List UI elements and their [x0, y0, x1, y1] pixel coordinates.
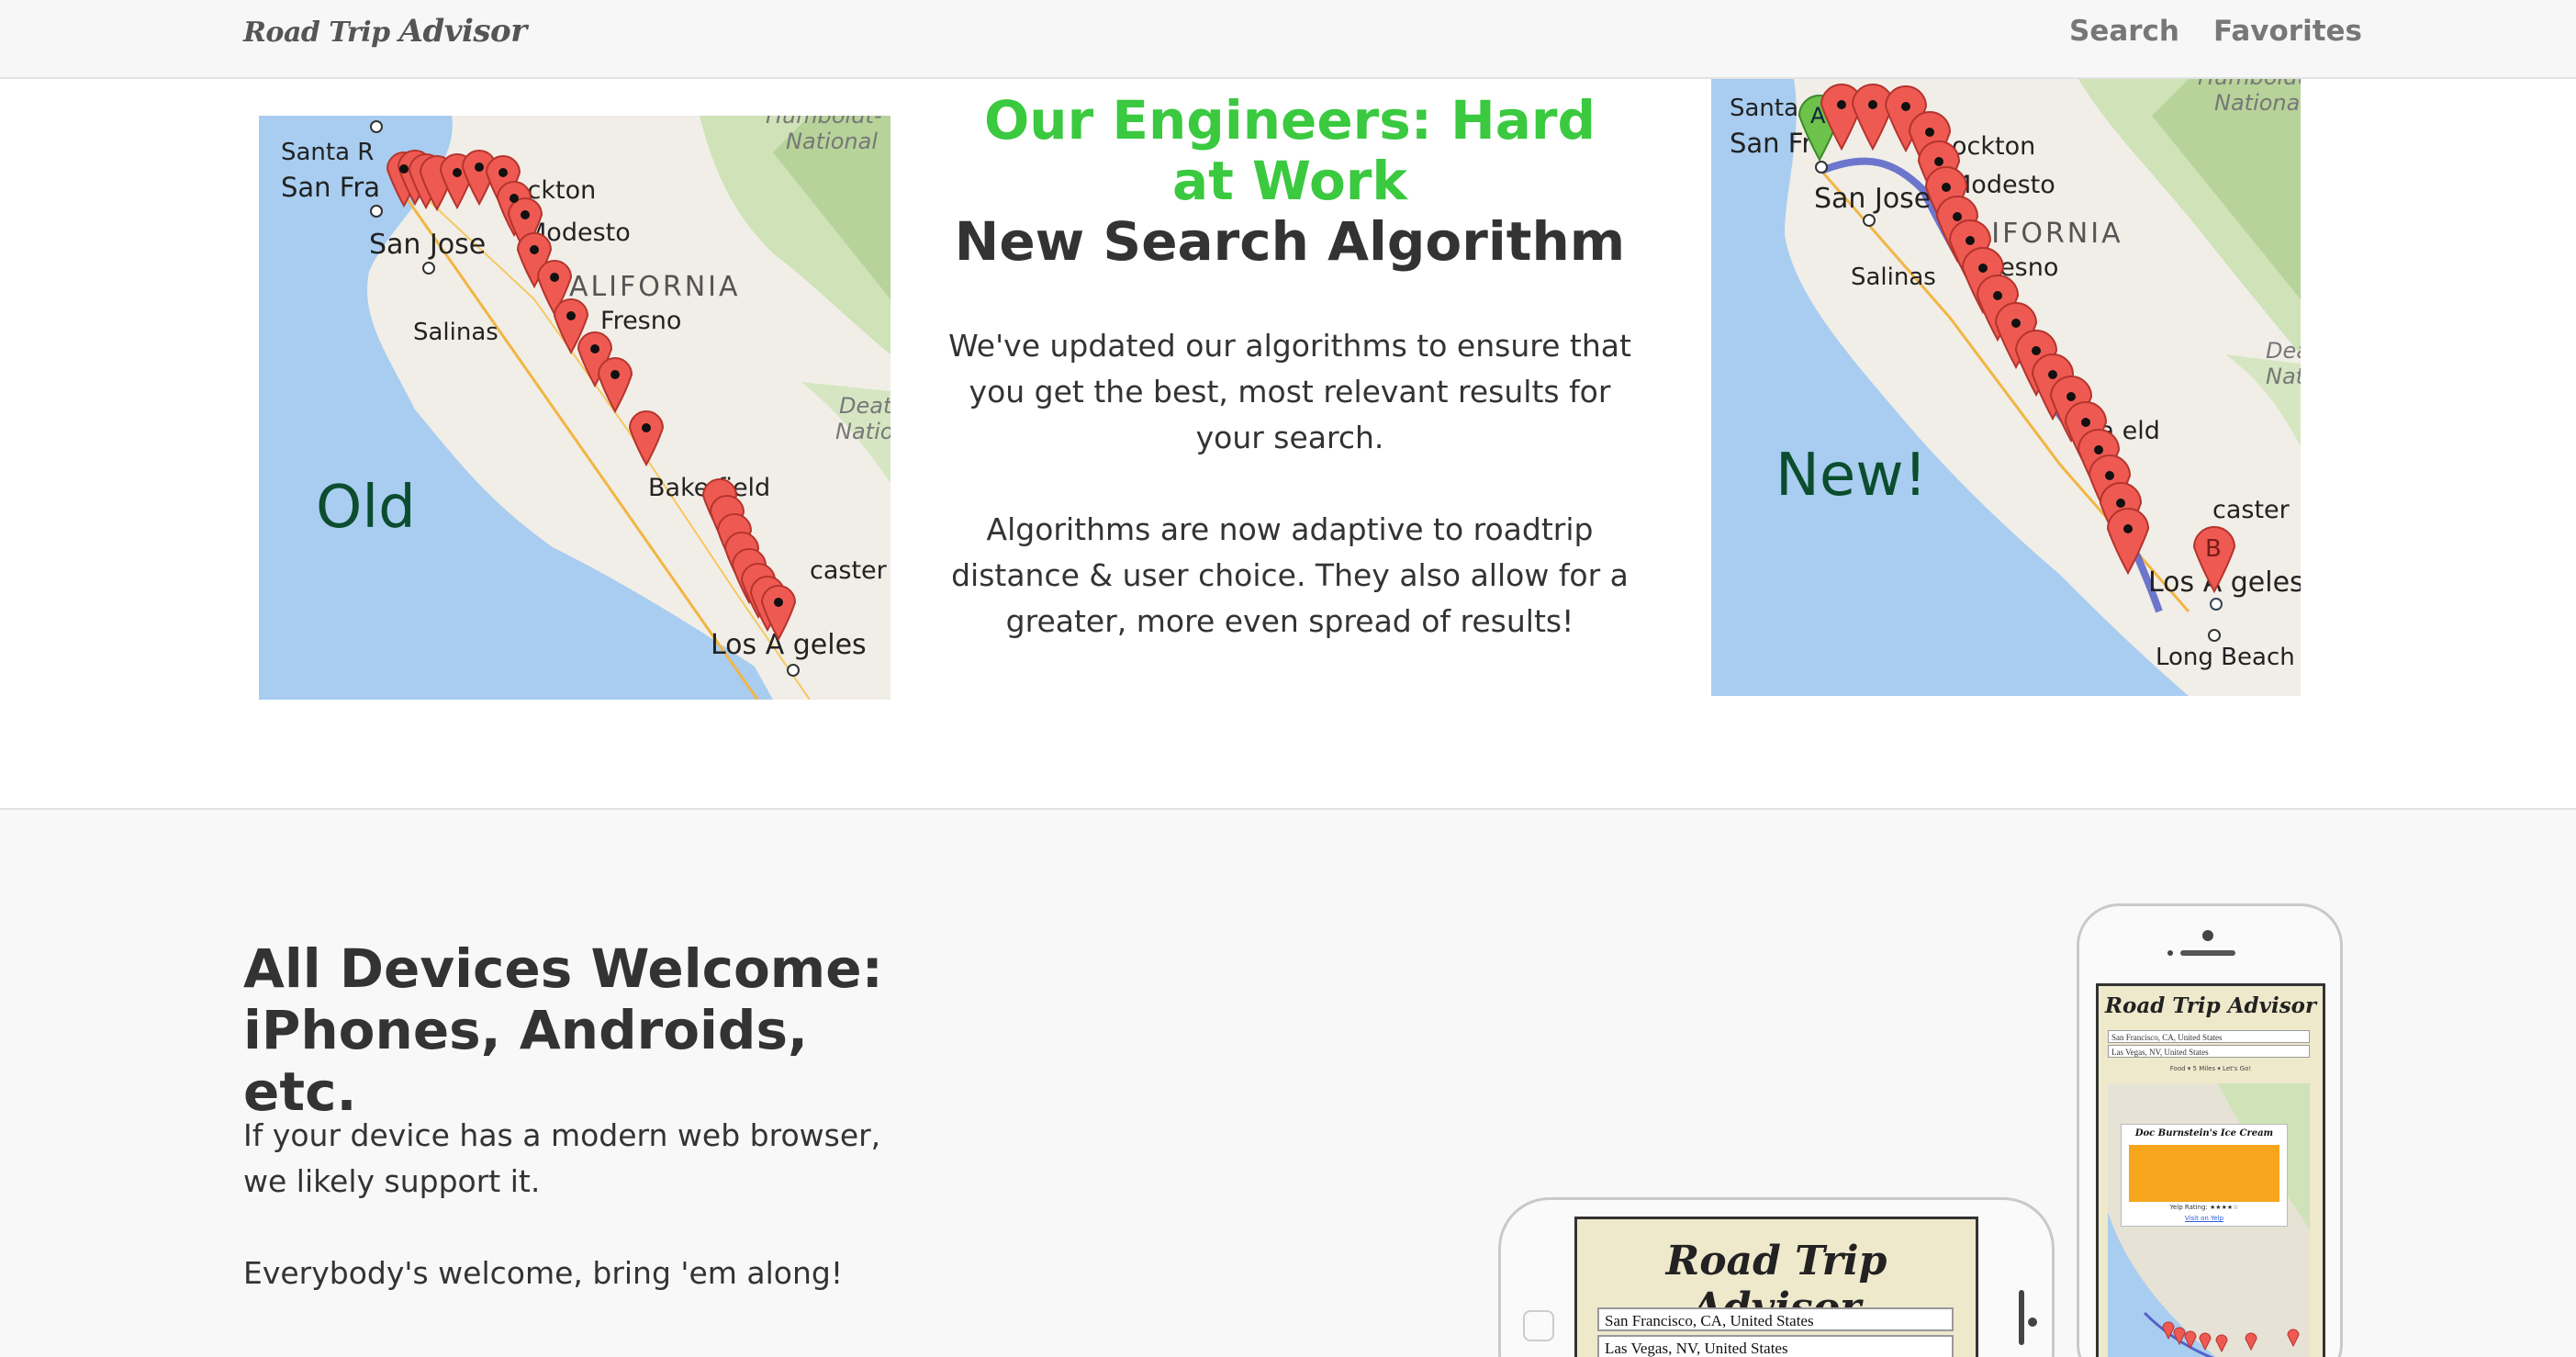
- phone-landscape-screen: Road Trip Advisor San Francisco, CA, Uni…: [1574, 1217, 1978, 1357]
- phone-home-button-icon: [1523, 1310, 1554, 1341]
- top-navbar: Road Trip Advisor Search Favorites: [0, 0, 2576, 79]
- algorithm-paragraph-2: Algorithms are now adaptive to roadtrip …: [951, 511, 1629, 639]
- phone-portrait-screen: Road Trip Advisor San Francisco, CA, Uni…: [2096, 983, 2325, 1357]
- phone-portrait-controls: Food ▾ 5 Miles ▾ Let's Go!: [2169, 1065, 2252, 1072]
- popup-title: Doc Burnstein's Ice Cream: [2134, 1128, 2274, 1138]
- new-map-place-salinas: Salinas: [1851, 264, 1936, 291]
- brand-logo[interactable]: Road Trip Advisor: [243, 13, 527, 50]
- phone-speaker-icon: [2180, 950, 2235, 956]
- old-map-place-california: CALIFORNIA: [547, 271, 741, 303]
- devices-paragraph-1: If your device has a modern web browser,…: [243, 1117, 881, 1199]
- new-map-label: New!: [1775, 442, 1928, 510]
- new-map-place-san-jose: San Jose: [1814, 183, 1931, 215]
- new-map-place-lancaster: caster: [2212, 496, 2290, 524]
- new-map-place-death: Dea: [2266, 338, 2301, 364]
- popup-image: [2129, 1145, 2279, 1202]
- brand-text-advisor: Advisor: [398, 13, 528, 50]
- phone-speaker-icon: [2019, 1290, 2024, 1345]
- old-map-label: Old: [316, 474, 416, 542]
- new-map-place-long-beach: Long Beach: [2156, 644, 2295, 671]
- old-map-place-humboldt: Humboldt-: [766, 116, 882, 129]
- phone-camera-icon: [2028, 1318, 2037, 1327]
- phone-camera-icon: [2202, 930, 2213, 941]
- devices-paragraph-2: Everybody's welcome, bring 'em along!: [243, 1255, 844, 1291]
- phone-landscape-destination-field: Las Vegas, NV, United States: [1597, 1335, 1954, 1357]
- new-map-place-santa: Santa: [1730, 95, 1798, 122]
- phone-portrait-origin-field: San Francisco, CA, United States: [2108, 1030, 2310, 1043]
- new-map-place-san-francisco: San Fr: [1730, 128, 1812, 159]
- algorithm-info: Our Engineers: Hard at Work New Search A…: [946, 90, 1634, 645]
- old-map-place-lancaster: caster: [810, 556, 888, 585]
- old-map-graphic: Humboldt- National Santa R San Fra ockto…: [259, 116, 890, 700]
- phone-landscape-origin-field: San Francisco, CA, United States: [1597, 1307, 1954, 1331]
- old-map-place-santa-rosa: Santa R: [281, 139, 374, 166]
- new-map-place-humboldt: Humboldt: [2198, 79, 2301, 90]
- phone-portrait-app-title: Road Trip Advisor: [2104, 993, 2317, 1018]
- old-map-place-los-angeles: Los A geles: [711, 629, 867, 661]
- old-map-place-san-francisco: San Fra: [281, 172, 380, 203]
- old-map-place-san-jose: San Jose: [369, 229, 486, 261]
- old-map-place-natio: Natio: [835, 419, 890, 444]
- old-map-place-fresno: Fresno: [600, 307, 681, 335]
- phone-portrait-mockup: Road Trip Advisor San Francisco, CA, Uni…: [2077, 903, 2343, 1357]
- old-map-place-death: Deat: [839, 393, 890, 419]
- popup-rating: Yelp Rating: ★★★★☆: [2169, 1204, 2239, 1211]
- brand-text-road-trip: Road Trip: [243, 17, 390, 49]
- new-algorithm-map: Humboldt National Santa San Fr ockton Mo…: [1711, 79, 2301, 696]
- devices-heading: All Devices Welcome: iPhones, Androids, …: [243, 937, 883, 1123]
- phone-landscape-mockup: Road Trip Advisor San Francisco, CA, Uni…: [1498, 1197, 2055, 1357]
- old-algorithm-map: Humboldt- National Santa R San Fra ockto…: [259, 116, 890, 700]
- new-map-graphic: Humboldt National Santa San Fr ockton Mo…: [1711, 79, 2301, 696]
- popup-yelp-link[interactable]: Visit on Yelp: [2122, 1215, 2287, 1222]
- new-map-place-stockton: ockton: [1952, 132, 2035, 161]
- nav-link-search[interactable]: Search: [2069, 15, 2179, 48]
- algorithm-paragraph-1: We've updated our algorithms to ensure t…: [948, 328, 1631, 455]
- nav-link-favorites[interactable]: Favorites: [2213, 15, 2362, 48]
- new-map-marker-b-label: B: [2205, 535, 2222, 563]
- phone-portrait-result-popup: Doc Burnstein's Ice Cream Yelp Rating: ★…: [2121, 1124, 2288, 1227]
- engineers-heading: Our Engineers: Hard at Work: [984, 89, 1596, 212]
- old-map-place-national: National: [786, 129, 878, 154]
- new-map-place-nati: Nati: [2266, 364, 2301, 389]
- devices-section: All Devices Welcome: iPhones, Androids, …: [0, 808, 2576, 1357]
- phone-sensor-icon: [2167, 950, 2173, 956]
- phone-portrait-destination-field: Las Vegas, NV, United States: [2108, 1045, 2310, 1058]
- new-map-place-national: National: [2214, 90, 2301, 116]
- old-map-place-salinas: Salinas: [413, 319, 498, 346]
- new-search-algorithm-heading: New Search Algorithm: [954, 210, 1626, 273]
